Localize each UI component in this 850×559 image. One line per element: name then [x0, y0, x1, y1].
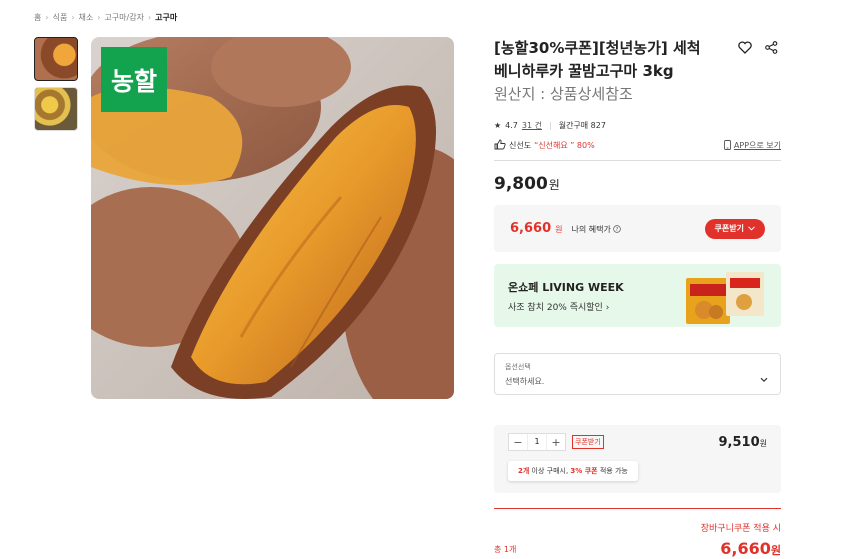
price-row: 9,800 원 — [494, 174, 781, 194]
quantity-price: 9,510 — [718, 434, 760, 450]
product-main-image: 농할 — [91, 37, 454, 399]
mobile-icon — [723, 139, 731, 152]
total-row: 총 1개 장바구니쿠폰 적용 시 6,660원 — [494, 521, 781, 558]
quantity-price-wrap: 9,510원 — [719, 435, 768, 450]
star-icon: ★ — [494, 121, 502, 130]
benefit-price-box: 6,660 원 나의 혜택가 ? 쿠폰받기 — [494, 205, 781, 252]
rating-value: 4.7 — [505, 121, 518, 130]
chevron-right-icon: › — [147, 13, 152, 22]
app-view-label: APP으로 보기 — [733, 141, 781, 150]
breadcrumb: 홈 › 식품 › 채소 › 고구마/감자 › 고구마 — [34, 12, 177, 23]
thumbnail-list — [34, 37, 78, 137]
get-coupon-label: 쿠폰받기 — [714, 224, 744, 233]
freshness-row: 신선도 “신선해요 ” 80% APP으로 보기 — [494, 139, 781, 152]
total-price: 6,660 — [720, 539, 771, 558]
quantity-card: − 1 + 쿠폰받기 9,510원 2개 이상 구매시, 3% 쿠폰 적용 가능 — [494, 425, 781, 493]
quantity-stepper: − 1 + — [508, 433, 566, 451]
nonghal-logo: 농할 — [101, 47, 167, 112]
chevron-down-icon — [760, 368, 768, 387]
breadcrumb-sweetpotato[interactable]: 고구마 — [155, 12, 177, 23]
option-select-value: 선택하세요. — [505, 377, 545, 386]
product-origin: 원산지 : 상품상세참조 — [494, 85, 633, 103]
quantity-value[interactable]: 1 — [527, 434, 547, 450]
rating-row: ★ 4.7 31 건 | 월간구매 827 — [494, 120, 781, 131]
product-price: 9,800 — [494, 174, 548, 194]
decrease-button[interactable]: − — [509, 434, 527, 450]
question-icon[interactable]: ? — [613, 224, 621, 235]
breadcrumb-sweetpotato-potato[interactable]: 고구마/감자 — [104, 12, 144, 23]
chevron-down-icon — [748, 224, 755, 233]
total-price-unit: 원 — [770, 544, 781, 557]
thumbnail-1[interactable] — [34, 37, 78, 81]
heart-icon[interactable] — [737, 39, 753, 55]
increase-button[interactable]: + — [547, 434, 565, 450]
review-count-link[interactable]: 31 건 — [522, 120, 542, 131]
bulk-coupon-tip: 2개 이상 구매시, 3% 쿠폰 적용 가능 — [508, 461, 638, 481]
divider: | — [549, 121, 552, 130]
freshness-label: 신선도 — [509, 141, 532, 150]
tip-text-1: 이상 구매시, — [529, 467, 571, 475]
quantity-price-unit: 원 — [759, 438, 767, 448]
product-title: [농할30%쿠폰][청년농가] 세척 베니하루카 꿀밤고구마 3kg — [494, 39, 701, 80]
svg-text:?: ? — [616, 227, 619, 233]
breadcrumb-food[interactable]: 식품 — [53, 12, 68, 23]
tip-text-2: 적용 가능 — [597, 467, 628, 475]
total-coupon-note: 장바구니쿠폰 적용 시 — [700, 524, 781, 534]
promo-product-image — [686, 272, 764, 324]
chevron-right-icon: › — [605, 303, 610, 313]
price-unit: 원 — [548, 178, 560, 192]
share-icon[interactable] — [763, 39, 779, 55]
chevron-right-icon: › — [71, 13, 75, 22]
breadcrumb-vegetable[interactable]: 채소 — [79, 12, 94, 23]
tip-coupon: 3% 쿠폰 — [570, 467, 598, 475]
tip-count: 2개 — [518, 467, 530, 475]
top-icons — [737, 39, 779, 55]
total-count: 총 1개 — [494, 545, 517, 554]
thumbnail-2[interactable] — [34, 87, 78, 131]
product-info-panel: [농할30%쿠폰][청년농가] 세척 베니하루카 꿀밤고구마 3kg 원산지 :… — [494, 37, 781, 558]
benefit-price-unit: 원 — [555, 225, 563, 234]
promo-banner[interactable]: 온쇼페 LIVING WEEK 사조 참치 20% 즉시할인 › — [494, 264, 781, 327]
get-coupon-button[interactable]: 쿠폰받기 — [704, 218, 765, 239]
app-view-link[interactable]: APP으로 보기 — [723, 139, 781, 152]
option-select-label: 옵션선택 — [505, 363, 531, 371]
total-price-wrap: 6,660원 — [701, 539, 781, 558]
freshness-value: “신선해요 ” 80% — [534, 141, 595, 150]
thumbs-up-icon — [494, 139, 506, 152]
benefit-label-wrap: 나의 혜택가 ? — [572, 224, 621, 235]
benefit-price: 6,660 — [510, 221, 552, 236]
total-divider — [494, 508, 781, 509]
divider-line — [494, 160, 781, 161]
chevron-right-icon: › — [45, 13, 49, 22]
quantity-coupon-tag[interactable]: 쿠폰받기 — [572, 435, 604, 449]
benefit-label: 나의 혜택가 — [571, 225, 611, 234]
option-select[interactable]: 옵션선택 선택하세요. — [494, 353, 781, 395]
monthly-purchases: 월간구매 827 — [558, 121, 606, 130]
chevron-right-icon: › — [97, 13, 101, 22]
promo-subtitle: 사조 참치 20% 즉시할인 — [508, 303, 603, 313]
breadcrumb-home[interactable]: 홈 — [34, 12, 41, 23]
